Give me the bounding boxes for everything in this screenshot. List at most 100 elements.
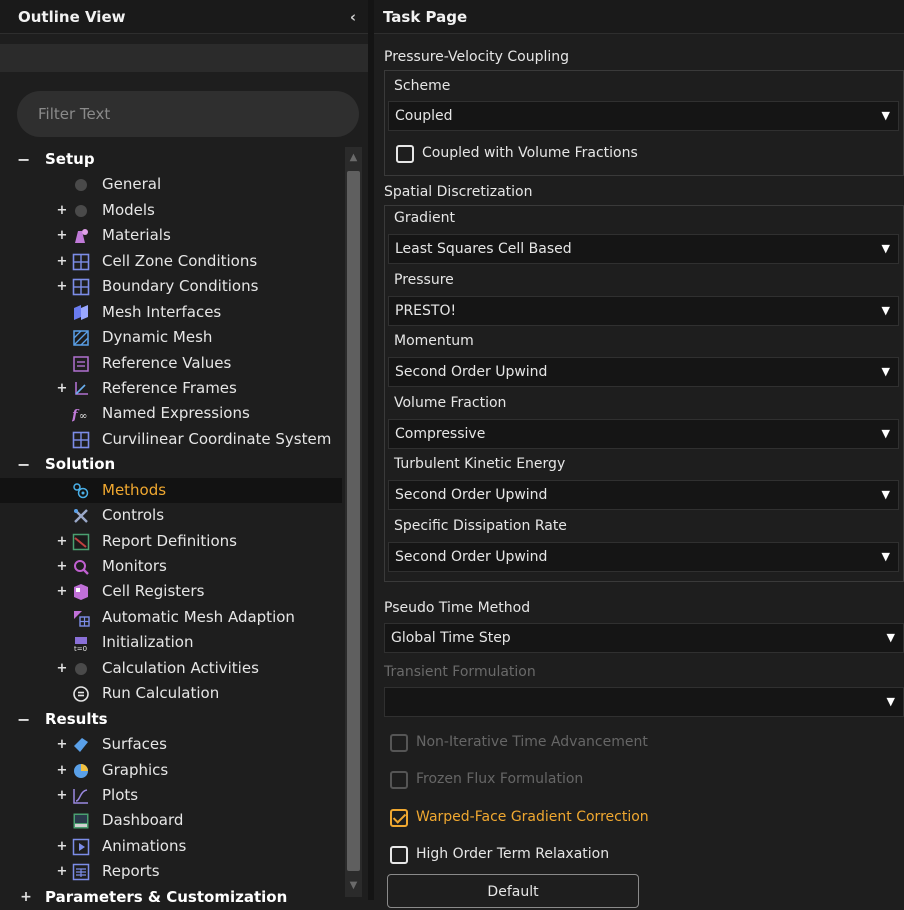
- pressure-dropdown[interactable]: PRESTO! ▼: [388, 295, 899, 326]
- tree-item-label: Run Calculation: [102, 684, 220, 703]
- collapse-panel-icon[interactable]: ‹: [350, 0, 356, 34]
- tree-item-label: Graphics: [102, 760, 169, 779]
- tree-item-models[interactable]: + Models: [0, 198, 342, 223]
- scroll-down-arrow-icon[interactable]: ▼: [345, 877, 362, 895]
- collapse-icon[interactable]: −: [17, 147, 30, 172]
- expand-icon[interactable]: +: [20, 885, 32, 910]
- tree-item-animations[interactable]: + Animations: [0, 834, 342, 859]
- turbulent-kinetic-energy-dropdown[interactable]: Second Order Upwind ▼: [388, 480, 899, 511]
- volume-fraction-dropdown[interactable]: Compressive ▼: [388, 418, 899, 449]
- tree-item-reports[interactable]: + Reports: [0, 859, 342, 884]
- tree-item-curvilinear-coordinate-system[interactable]: Curvilinear Coordinate System: [0, 427, 342, 452]
- tree-item-boundary-conditions[interactable]: + Boundary Conditions: [0, 274, 342, 299]
- tree-item-plots[interactable]: + Plots: [0, 783, 342, 808]
- specific-dissipation-rate-dropdown[interactable]: Second Order Upwind ▼: [388, 542, 899, 572]
- tree-item-reference-frames[interactable]: + Reference Frames: [0, 376, 342, 401]
- tree-item-calculation-activities[interactable]: + Calculation Activities: [0, 656, 342, 681]
- gradient-dropdown[interactable]: Least Squares Cell Based ▼: [388, 234, 899, 264]
- checkbox-box: [390, 845, 408, 864]
- surfaces-icon: [72, 736, 90, 754]
- non-iterative-time-advancement-label: Non-Iterative Time Advancement: [416, 734, 648, 750]
- curvilinear-icon: [72, 431, 90, 449]
- expand-icon[interactable]: +: [56, 198, 68, 223]
- outline-tree: − Setup General + Models + Materials + Cell Zone…: [0, 147, 342, 910]
- dropdown-arrow-icon: ▼: [881, 109, 890, 122]
- tree-item-initialization[interactable]: t=0 Initialization: [0, 630, 342, 655]
- dropdown-arrow-icon: ▼: [881, 550, 890, 563]
- tree-item-materials[interactable]: + Materials: [0, 223, 342, 248]
- turbulent-kinetic-energy-label: Turbulent Kinetic Energy: [394, 456, 566, 473]
- tree-item-named-expressions[interactable]: f ∞ Named Expressions: [0, 401, 342, 426]
- animations-icon: [72, 838, 90, 856]
- tree-item-report-definitions[interactable]: + Report Definitions: [0, 529, 342, 554]
- expand-icon[interactable]: +: [56, 783, 68, 808]
- default-button[interactable]: Default: [387, 874, 639, 908]
- tree-item-reference-values[interactable]: Reference Values: [0, 351, 342, 376]
- outline-toolbar-strip: [0, 44, 368, 72]
- tree-item-label: Reference Frames: [102, 378, 237, 397]
- filter-text-input[interactable]: [17, 91, 359, 137]
- checkbox-box: [390, 808, 408, 827]
- tree-item-graphics[interactable]: + Graphics: [0, 758, 342, 783]
- expand-icon[interactable]: +: [56, 529, 68, 554]
- dropdown-arrow-icon: ▼: [886, 631, 895, 644]
- expand-icon[interactable]: +: [56, 376, 68, 401]
- expand-icon[interactable]: +: [56, 554, 68, 579]
- tree-item-run-calculation[interactable]: Run Calculation: [0, 681, 342, 706]
- tree-item-label: Monitors: [102, 557, 167, 575]
- checkbox-box: [396, 145, 414, 163]
- collapse-icon[interactable]: −: [17, 707, 30, 732]
- expand-icon[interactable]: +: [56, 223, 68, 248]
- scheme-dropdown[interactable]: Coupled ▼: [388, 101, 899, 131]
- tree-item-label: Materials: [102, 226, 171, 245]
- tree-item-monitors[interactable]: + Monitors: [0, 554, 342, 579]
- tree-item-label: Boundary Conditions: [102, 277, 259, 296]
- tree-item-surfaces[interactable]: + Surfaces: [0, 732, 342, 757]
- scroll-up-arrow-icon[interactable]: ▲: [345, 149, 362, 167]
- tree-item-label: Report Definitions: [102, 531, 237, 550]
- monitors-icon: [72, 558, 90, 576]
- tree-item-cell-registers[interactable]: + Cell Registers: [0, 579, 342, 604]
- tree-item-methods[interactable]: Methods: [0, 477, 342, 504]
- volume-fraction-label: Volume Fraction: [394, 394, 507, 411]
- tree-item-label: Methods: [102, 480, 167, 499]
- pseudo-time-dropdown[interactable]: Global Time Step ▼: [384, 623, 904, 653]
- tree-section-setup[interactable]: − Setup: [0, 147, 342, 172]
- tree-item-automatic-mesh-adaption[interactable]: Automatic Mesh Adaption: [0, 605, 342, 630]
- tree-item-dynamic-mesh[interactable]: Dynamic Mesh: [0, 325, 342, 350]
- tree-item-cell-zone-conditions[interactable]: + Cell Zone Conditions: [0, 249, 342, 274]
- expand-icon[interactable]: +: [56, 732, 68, 757]
- tree-section-solution[interactable]: − Solution: [0, 452, 342, 477]
- tree-item-general[interactable]: General: [0, 172, 342, 197]
- outline-scrollbar[interactable]: ▲ ▼: [345, 147, 362, 897]
- expand-icon[interactable]: +: [56, 656, 68, 681]
- materials-icon: [72, 227, 90, 245]
- expand-icon[interactable]: +: [56, 834, 68, 859]
- dropdown-arrow-icon: ▼: [881, 426, 890, 440]
- checkbox-box: [390, 771, 408, 790]
- tree-item-label: Curvilinear Coordinate System: [102, 429, 332, 448]
- tree-item-label: Reports: [102, 862, 160, 881]
- expand-icon[interactable]: +: [56, 274, 68, 299]
- tree-item-dashboard[interactable]: Dashboard: [0, 808, 342, 833]
- calculation-activities-icon: [72, 660, 90, 678]
- scheme-label: Scheme: [394, 78, 451, 94]
- transient-formulation-dropdown[interactable]: ▼: [384, 687, 904, 717]
- tree-item-controls[interactable]: Controls: [0, 503, 342, 528]
- scrollbar-thumb[interactable]: [347, 171, 360, 871]
- tree-item-label: Plots: [102, 785, 139, 804]
- expand-icon[interactable]: +: [56, 859, 68, 884]
- outline-view-title: Outline View: [18, 8, 126, 26]
- mesh-adaption-icon: [72, 609, 90, 627]
- expand-icon[interactable]: +: [56, 249, 68, 274]
- expand-icon[interactable]: +: [56, 579, 68, 604]
- dynamic-mesh-icon: [72, 329, 90, 347]
- collapse-icon[interactable]: −: [17, 452, 30, 477]
- tree-item-mesh-interfaces[interactable]: Mesh Interfaces: [0, 300, 342, 325]
- expand-icon[interactable]: +: [56, 758, 68, 783]
- tree-item-label: General: [102, 175, 162, 194]
- tree-item-label: Animations: [102, 836, 187, 855]
- tree-section-parameters-customization[interactable]: + Parameters & Customization: [0, 885, 342, 910]
- tree-section-results[interactable]: − Results: [0, 707, 342, 732]
- momentum-dropdown[interactable]: Second Order Upwind ▼: [388, 357, 899, 388]
